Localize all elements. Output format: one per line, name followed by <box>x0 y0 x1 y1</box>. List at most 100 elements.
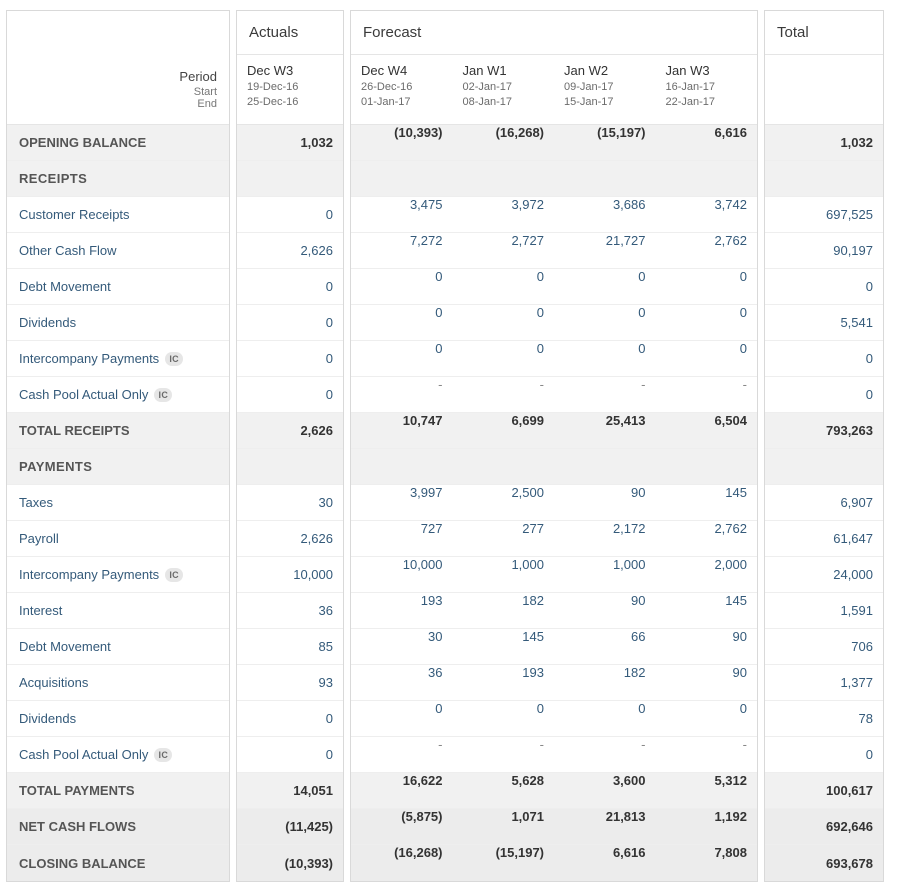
start-date: 02-Jan-17 <box>463 80 545 95</box>
cell-value: 693,678 <box>765 856 883 871</box>
cell-value: (10,393) <box>237 856 343 871</box>
row-label: OPENING BALANCE <box>7 125 229 161</box>
cell-value: 3,475 <box>351 197 453 232</box>
cell-value: 145 <box>656 593 758 628</box>
cell-value: 90 <box>656 629 758 664</box>
cell-value: 0 <box>237 279 343 294</box>
ic-icon: IC <box>154 748 172 762</box>
cell-value: 697,525 <box>765 207 883 222</box>
cell-value: 93 <box>237 675 343 690</box>
row-label: Dividends <box>7 701 229 737</box>
cell-value: - <box>656 377 758 412</box>
table-row: 0 <box>765 737 883 773</box>
cell-value: 0 <box>237 351 343 366</box>
cell-value: - <box>351 377 453 412</box>
label-text: Debt Movement <box>19 639 111 654</box>
cell-value: 0 <box>765 279 883 294</box>
row-label: NET CASH FLOWS <box>7 809 229 845</box>
table-row: 793,263 <box>765 413 883 449</box>
table-row: (10,393)(16,268)(15,197)6,616 <box>351 125 757 161</box>
cell-value: 692,646 <box>765 819 883 834</box>
cell-value: 2,626 <box>237 423 343 438</box>
week-label: Dec W3 <box>247 63 333 78</box>
week-label: Jan W1 <box>463 63 545 78</box>
cell-value: 0 <box>765 747 883 762</box>
label-text: CLOSING BALANCE <box>19 856 145 871</box>
cell-value <box>351 161 453 196</box>
table-row: 3,4753,9723,6863,742 <box>351 197 757 233</box>
cell-value: 7,272 <box>351 233 453 268</box>
end-date: 22-Jan-17 <box>666 95 748 110</box>
table-row: 1,377 <box>765 665 883 701</box>
cell-value: 0 <box>237 207 343 222</box>
labels-header <box>7 11 229 55</box>
start-date: 09-Jan-17 <box>564 80 646 95</box>
table-row: 93 <box>237 665 343 701</box>
table-row <box>237 161 343 197</box>
cell-value: 0 <box>656 269 758 304</box>
table-row: (5,875)1,07121,8131,192 <box>351 809 757 845</box>
cell-value: 145 <box>656 485 758 520</box>
label-text: PAYMENTS <box>19 459 92 474</box>
label-text: Debt Movement <box>19 279 111 294</box>
cell-value: 145 <box>453 629 555 664</box>
cell-value: 0 <box>351 701 453 736</box>
label-text: Intercompany Payments <box>19 567 159 582</box>
table-row: 10,0001,0001,0002,000 <box>351 557 757 593</box>
cell-value: 10,000 <box>351 557 453 592</box>
cell-value: 3,742 <box>656 197 758 232</box>
ic-icon: IC <box>165 568 183 582</box>
end-date: 01-Jan-17 <box>361 95 443 110</box>
table-row: (10,393) <box>237 845 343 881</box>
label-text: Dividends <box>19 315 76 330</box>
cell-value: 0 <box>765 351 883 366</box>
cell-value: 61,647 <box>765 531 883 546</box>
cell-value: 0 <box>554 269 656 304</box>
row-label: Taxes <box>7 485 229 521</box>
cell-value: 90 <box>554 593 656 628</box>
cell-value: 6,907 <box>765 495 883 510</box>
table-row: 0 <box>237 737 343 773</box>
table-row: 85 <box>237 629 343 665</box>
cell-value: 6,616 <box>554 845 656 881</box>
actuals-header: Actuals <box>237 11 343 55</box>
row-label: PAYMENTS <box>7 449 229 485</box>
table-row: 10,000 <box>237 557 343 593</box>
cell-value: 36 <box>237 603 343 618</box>
end-date: 25-Dec-16 <box>247 95 333 110</box>
cell-value: 0 <box>453 341 555 376</box>
cell-value: 2,626 <box>237 531 343 546</box>
table-row: 6,907 <box>765 485 883 521</box>
row-label: Debt Movement <box>7 269 229 305</box>
cell-value: 10,000 <box>237 567 343 582</box>
row-label: Customer Receipts <box>7 197 229 233</box>
cell-value: 16,622 <box>351 773 453 808</box>
label-text: Acquisitions <box>19 675 88 690</box>
table-row: (11,425) <box>237 809 343 845</box>
cell-value: - <box>453 737 555 772</box>
cell-value: 193 <box>453 665 555 700</box>
row-label: Intercompany Payments IC <box>7 557 229 593</box>
cell-value: - <box>453 377 555 412</box>
cell-value: - <box>554 377 656 412</box>
cell-value: 0 <box>656 701 758 736</box>
cell-value <box>656 161 758 196</box>
cell-value: 3,686 <box>554 197 656 232</box>
cell-value: (16,268) <box>351 845 453 881</box>
cell-value: 24,000 <box>765 567 883 582</box>
cell-value: (11,425) <box>237 819 343 834</box>
table-row: 2,626 <box>237 233 343 269</box>
table-row: ---- <box>351 377 757 413</box>
cell-value: 21,813 <box>554 809 656 844</box>
table-row: ---- <box>351 737 757 773</box>
cell-value: 2,172 <box>554 521 656 556</box>
label-text: Payroll <box>19 531 59 546</box>
cell-value: 6,504 <box>656 413 758 448</box>
labels-subheader: Period Start End <box>7 55 229 125</box>
cell-value <box>554 161 656 196</box>
table-row: 3,9972,50090145 <box>351 485 757 521</box>
table-row: 14,051 <box>237 773 343 809</box>
table-row: 0 <box>237 341 343 377</box>
label-text: Other Cash Flow <box>19 243 117 258</box>
start-date: 16-Jan-17 <box>666 80 748 95</box>
